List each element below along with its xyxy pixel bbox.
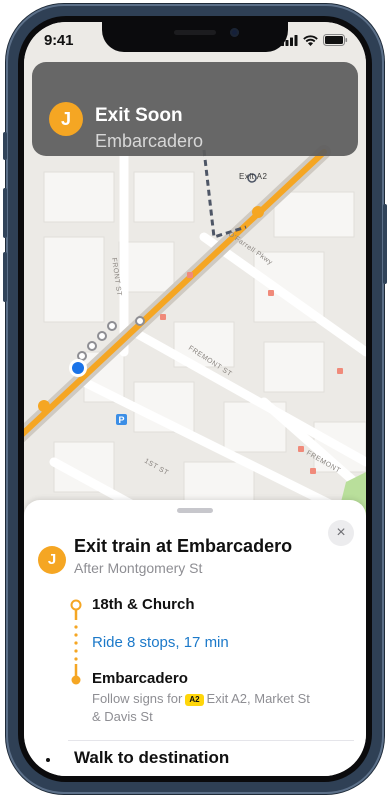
close-button[interactable]: × bbox=[328, 520, 354, 546]
front-camera bbox=[230, 28, 239, 37]
follow-prefix: Follow signs for bbox=[92, 691, 183, 706]
svg-text:P: P bbox=[119, 415, 125, 425]
route-line-icon bbox=[70, 599, 82, 685]
line-j-badge: J bbox=[38, 546, 66, 574]
start-stop: 18th & Church bbox=[92, 596, 195, 613]
notification-subtitle: Embarcadero bbox=[95, 131, 204, 151]
line-j-badge: J bbox=[49, 102, 83, 136]
status-time: 9:41 bbox=[44, 32, 74, 49]
status-indicators bbox=[281, 34, 348, 46]
follow-signs-text: Follow signs for A2 Exit A2, Market St & D… bbox=[92, 690, 322, 726]
ride-stops-link[interactable]: Ride 8 stops, 17 min bbox=[92, 634, 229, 651]
volume-up-button bbox=[3, 188, 7, 238]
notification-title: Exit Soon bbox=[95, 105, 183, 126]
step-subtitle: After Montgomery St bbox=[74, 560, 203, 576]
notch bbox=[102, 22, 288, 52]
directions-card[interactable]: × J Exit train at Embarcadero After Mont… bbox=[24, 500, 366, 776]
end-stop: Embarcadero bbox=[92, 670, 188, 687]
walk-step-label[interactable]: Walk to destination bbox=[74, 748, 229, 768]
mute-switch bbox=[3, 132, 7, 160]
exit-soon-notification[interactable]: J Exit Soon Embarcadero bbox=[32, 62, 358, 156]
route-steps: 18th & Church Ride 8 stops, 17 min Embar… bbox=[68, 596, 328, 724]
battery-icon bbox=[323, 34, 348, 46]
volume-down-button bbox=[3, 252, 7, 302]
svg-text:Exit A2: Exit A2 bbox=[239, 172, 267, 181]
walk-step-dot bbox=[46, 758, 50, 762]
sheet-grabber[interactable] bbox=[177, 508, 213, 513]
cellular-signal-icon bbox=[281, 34, 298, 46]
bezel: P Exit A2 FRONT ST O'Farrell Pkwy FREMON… bbox=[18, 16, 372, 782]
wifi-icon bbox=[303, 34, 318, 46]
step-title: Exit train at Embarcadero bbox=[74, 536, 293, 556]
screen: P Exit A2 FRONT ST O'Farrell Pkwy FREMON… bbox=[24, 22, 366, 776]
speaker-grille bbox=[174, 30, 216, 35]
phone-frame: P Exit A2 FRONT ST O'Farrell Pkwy FREMON… bbox=[3, 4, 387, 794]
power-button bbox=[383, 204, 387, 284]
exit-a2-badge: A2 bbox=[185, 694, 204, 706]
section-divider bbox=[68, 740, 354, 741]
